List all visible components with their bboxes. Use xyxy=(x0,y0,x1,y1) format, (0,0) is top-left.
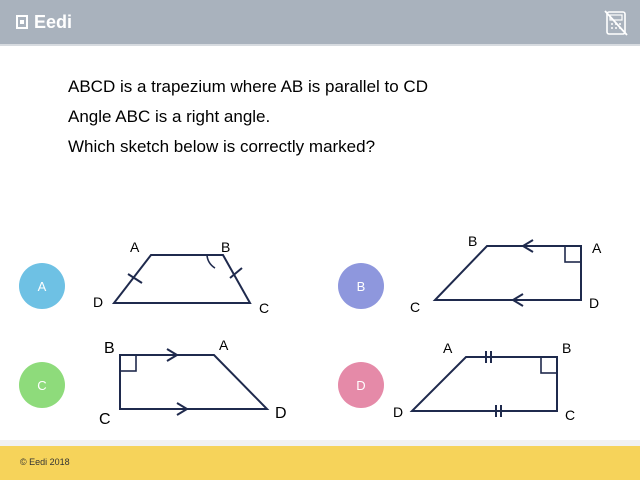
option-a-diagram: A B C D xyxy=(93,239,269,316)
right-angle-marker xyxy=(540,356,558,374)
header-bar: Eedi xyxy=(0,0,640,44)
question-line-3: Which sketch below is correctly marked? xyxy=(68,137,376,156)
vertex-label-a: A xyxy=(219,337,229,353)
vertex-label-d: D xyxy=(589,295,599,311)
vertex-label-c: C xyxy=(259,300,269,316)
vertex-label-c: C xyxy=(99,411,111,428)
logo-text: Eedi xyxy=(34,12,73,32)
vertex-label-b: B xyxy=(104,340,115,357)
option-d-letter: D xyxy=(356,377,366,393)
option-b-button[interactable]: B xyxy=(338,263,384,309)
header-divider xyxy=(0,44,640,46)
calculator-crossed-icon xyxy=(604,10,628,36)
option-b-letter: B xyxy=(356,278,366,294)
vertex-label-c: C xyxy=(565,407,575,423)
option-c-letter: C xyxy=(37,377,47,393)
vertex-label-c: C xyxy=(410,299,420,315)
footer-bar: © Eedi 2018 xyxy=(0,446,640,480)
right-angle-marker xyxy=(119,354,137,372)
option-c-button[interactable]: C xyxy=(19,362,65,408)
vertex-label-d: D xyxy=(393,404,403,420)
option-c-diagram: B A C D xyxy=(99,337,287,428)
option-d-button[interactable]: D xyxy=(338,362,384,408)
eedi-logo: Eedi xyxy=(16,11,72,33)
question-line-1: ABCD is a trapezium where AB is parallel… xyxy=(68,77,428,96)
vertex-label-d: D xyxy=(93,294,103,310)
question-line-2: Angle ABC is a right angle. xyxy=(68,107,271,126)
option-a-button[interactable]: A xyxy=(19,263,65,309)
option-b-diagram: B A C D xyxy=(410,233,602,315)
option-a-letter: A xyxy=(37,278,47,294)
vertex-label-a: A xyxy=(443,340,453,356)
vertex-label-b: B xyxy=(468,233,477,249)
vertex-label-a: A xyxy=(130,239,140,255)
option-d-diagram: A B D C xyxy=(393,340,575,423)
vertex-label-b: B xyxy=(562,340,571,356)
right-angle-marker xyxy=(564,245,582,263)
angle-arc xyxy=(206,254,216,269)
vertex-label-b: B xyxy=(221,239,230,255)
copyright-text: © Eedi 2018 xyxy=(20,457,70,467)
eedi-logo-icon xyxy=(16,15,28,29)
vertex-label-d: D xyxy=(275,405,287,422)
vertex-label-a: A xyxy=(592,240,602,256)
question-text: ABCD is a trapezium where AB is parallel… xyxy=(68,72,588,162)
